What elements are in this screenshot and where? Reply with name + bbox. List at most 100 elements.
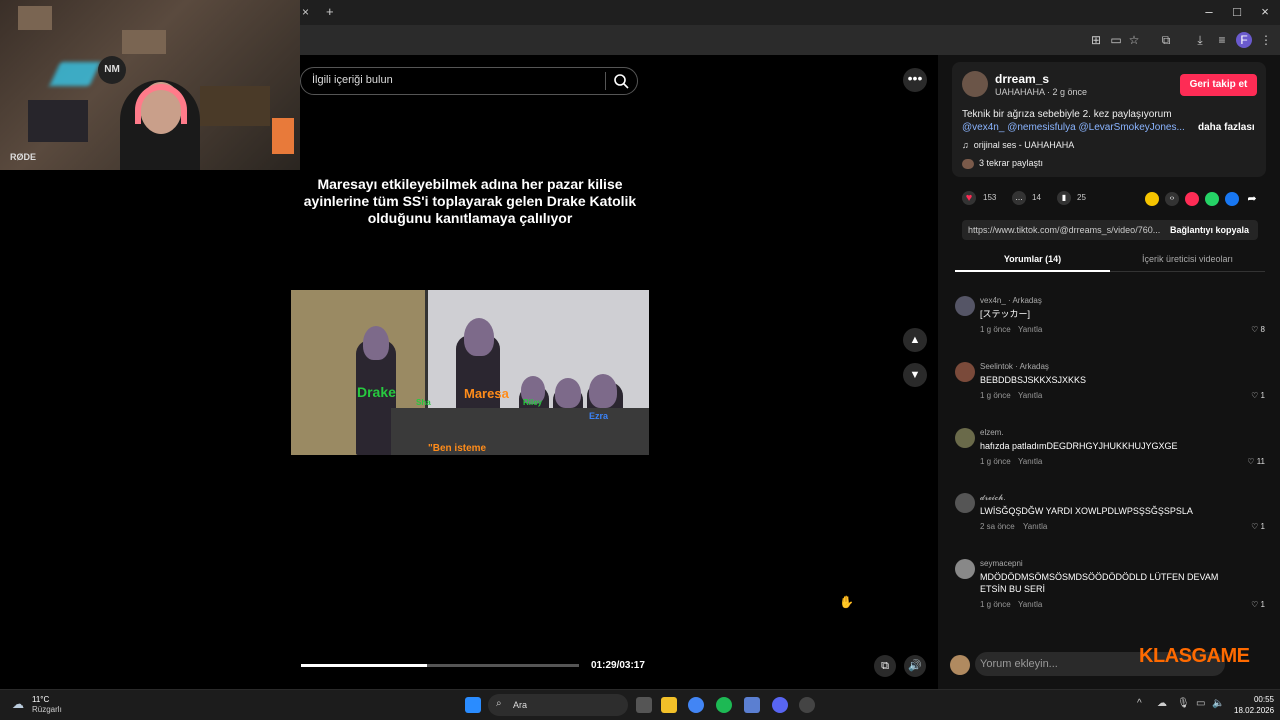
webcam-overlay — [0, 0, 300, 170]
cast-icon[interactable]: ▭ — [1108, 32, 1124, 48]
search-placeholder: İlgili içeriği bulun — [312, 74, 393, 86]
comment-time: 1 g önce — [980, 600, 1011, 609]
comment-time: 2 sa önce — [980, 522, 1015, 531]
chrome-icon[interactable] — [688, 697, 704, 713]
chevron-up-icon[interactable]: ▲ — [903, 328, 927, 352]
translate-icon[interactable]: ⊞ — [1088, 32, 1104, 48]
sound-info[interactable]: ♫ orijinal ses - UAHAHAHA — [962, 140, 1074, 150]
coin-icon[interactable] — [1145, 192, 1159, 206]
comment-like-value: 11 — [1256, 457, 1265, 466]
file-explorer-icon[interactable] — [661, 697, 677, 713]
avatar[interactable] — [962, 71, 988, 97]
reply-button[interactable]: Yanıtla — [1018, 325, 1042, 334]
comment-like-count[interactable]: ♡ 1 — [1235, 522, 1265, 531]
reply-button[interactable]: Yanıtla — [1018, 600, 1042, 609]
clock-time: 00:55 — [1253, 695, 1274, 704]
task-view-icon[interactable] — [636, 697, 652, 713]
post-meta: UAHAHAHA · 2 g önce — [995, 87, 1088, 97]
mention-link[interactable]: @LevarSmokeyJones... — [1078, 122, 1184, 133]
chevron-down-icon[interactable]: ▼ — [903, 363, 927, 387]
video-label-riley: Riley — [523, 398, 543, 407]
tab-comments[interactable]: Yorumlar (14) — [955, 254, 1110, 264]
new-tab-button[interactable]: + — [326, 4, 334, 19]
comment-author[interactable]: vex4n_ · Arkadaş — [980, 296, 1042, 305]
weather-icon[interactable]: ☁ — [12, 697, 24, 711]
comment-time: 1 g önce — [980, 457, 1011, 466]
video-label-ezra: Ezra — [589, 411, 609, 421]
comment-like-count[interactable]: ♡ 1 — [1235, 391, 1265, 400]
avatar[interactable] — [955, 493, 975, 513]
save-count: 25 — [1077, 193, 1086, 202]
bookmark-star-icon[interactable]: ☆ — [1126, 32, 1142, 48]
reply-button[interactable]: Yanıtla — [1018, 391, 1042, 400]
username[interactable]: drream_s — [995, 72, 1049, 86]
extensions-icon[interactable]: ⧉ — [1158, 32, 1174, 48]
avatar[interactable] — [955, 296, 975, 316]
discord-icon[interactable] — [772, 697, 788, 713]
reading-list-icon[interactable]: ≡ — [1214, 32, 1230, 48]
avatar[interactable] — [955, 559, 975, 579]
close-window-button[interactable]: × — [1250, 4, 1280, 19]
comment-like-value: 1 — [1260, 522, 1265, 531]
profile-avatar[interactable]: F — [1236, 32, 1252, 48]
more-options-icon[interactable]: ••• — [903, 68, 927, 92]
avatar[interactable] — [955, 362, 975, 382]
sound-label: orijinal ses - UAHAHAHA — [973, 140, 1075, 150]
comment-author[interactable]: seymacepni — [980, 559, 1023, 568]
volume-icon[interactable]: 🔈 — [1212, 698, 1224, 709]
spotify-icon[interactable] — [716, 697, 732, 713]
download-icon[interactable]: ⤓ — [1192, 32, 1208, 48]
follow-back-button[interactable]: Geri takip et — [1180, 74, 1257, 96]
share-arrow-icon[interactable]: ➦ — [1245, 192, 1259, 206]
like-count: 153 — [983, 193, 997, 202]
avatar[interactable] — [950, 655, 970, 675]
comment-author[interactable]: Seelintok · Arkadaş — [980, 362, 1049, 371]
heart-icon[interactable]: ♥ — [962, 191, 976, 205]
clock[interactable]: 00:55 18.02.2026 — [1234, 694, 1274, 716]
copy-link-button[interactable]: Bağlantıyı kopyala — [1170, 225, 1249, 235]
mention-link[interactable]: @nemesisfulya — [1007, 122, 1076, 133]
bookmark-icon[interactable]: ▮ — [1057, 191, 1071, 205]
reply-button[interactable]: Yanıtla — [1018, 457, 1042, 466]
chevron-up-icon[interactable]: ^ — [1137, 698, 1142, 709]
pip-icon[interactable]: ⧉ — [874, 655, 896, 677]
close-tab-button[interactable]: × — [302, 5, 309, 19]
app-icon[interactable] — [744, 697, 760, 713]
tab-creator-videos[interactable]: İçerik üreticisi videoları — [1110, 254, 1265, 264]
embed-icon[interactable]: ‹› — [1165, 192, 1179, 206]
comment-author[interactable]: elzem. — [980, 428, 1004, 437]
comment-like-count[interactable]: ♡ 1 — [1235, 600, 1265, 609]
obs-icon[interactable] — [799, 697, 815, 713]
repost-info: 3 tekrar paylaştı — [962, 158, 1043, 169]
comment-author[interactable]: 𝓭𝓻𝓮𝓲𝓬𝓱. — [980, 493, 1006, 503]
comment-like-value: 1 — [1260, 391, 1265, 400]
comment-text: [ステッカー] — [980, 309, 1031, 319]
reply-button[interactable]: Yanıtla — [1023, 522, 1047, 531]
maximize-button[interactable]: □ — [1222, 4, 1252, 19]
clock-date: 18.02.2026 — [1234, 706, 1275, 715]
send-icon[interactable] — [1185, 192, 1199, 206]
mic-icon[interactable]: 🎙 — [1177, 698, 1190, 709]
video-link: https://www.tiktok.com/@drreams_s/video/… — [968, 225, 1161, 235]
post-description: Teknik bir ağrıza sebebiyle 2. kez payla… — [962, 108, 1202, 134]
search-icon[interactable] — [612, 72, 630, 90]
windows-start-icon[interactable] — [465, 697, 481, 713]
progress-fill — [301, 664, 428, 667]
repost-label: 3 tekrar paylaştı — [979, 158, 1044, 168]
comment-like-count[interactable]: ♡ 8 — [1235, 325, 1265, 334]
taskbar-search[interactable] — [488, 694, 628, 716]
comment-text: LWİSĞQŞDĞW YARDI XOWLPDLWPSŞSĞŞSPSLA — [980, 506, 1193, 516]
avatar[interactable] — [955, 428, 975, 448]
cloud-icon[interactable]: ☁ — [1157, 698, 1167, 709]
volume-icon[interactable]: 🔊 — [904, 655, 926, 677]
mic-brand: RØDE — [10, 152, 37, 162]
comment-like-count[interactable]: ♡ 11 — [1235, 457, 1265, 466]
see-more-link[interactable]: daha fazlası — [1198, 122, 1255, 133]
network-icon[interactable]: ▭ — [1196, 698, 1205, 709]
minimize-button[interactable]: – — [1194, 4, 1224, 19]
mention-link[interactable]: @vex4n_ — [962, 122, 1004, 133]
whatsapp-icon[interactable] — [1205, 192, 1219, 206]
comment-icon[interactable]: … — [1012, 191, 1026, 205]
facebook-icon[interactable] — [1225, 192, 1239, 206]
menu-icon[interactable]: ⋮ — [1258, 32, 1274, 48]
